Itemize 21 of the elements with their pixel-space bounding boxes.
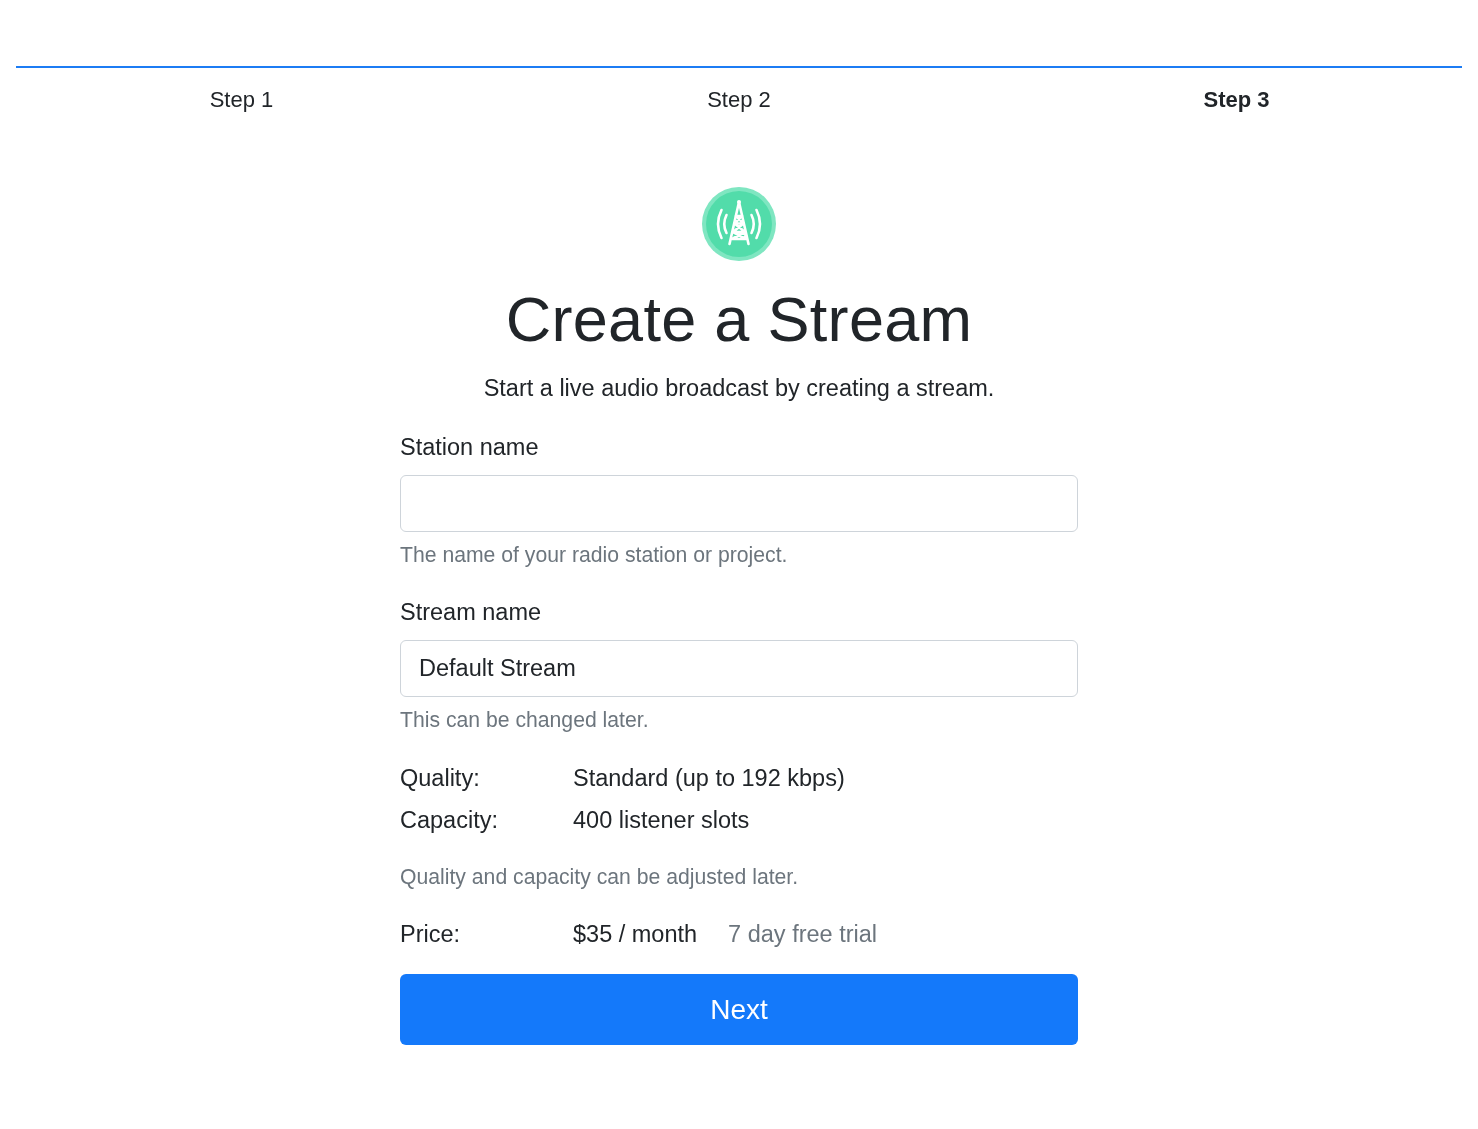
help-text: This can be changed later. — [400, 707, 649, 734]
step-label: Step 2 — [707, 86, 771, 114]
radio-tower-icon — [702, 187, 776, 261]
page-title: Create a Stream — [505, 283, 973, 355]
next-button[interactable]: Next — [400, 974, 1078, 1045]
input-field[interactable] — [400, 475, 1078, 532]
help-text: Quality and capacity can be adjusted later. — [400, 864, 799, 891]
price-label: Price: — [400, 920, 461, 949]
detail-label: Capacity: — [400, 806, 498, 835]
detail-value: Standard (up to 192 kbps) — [573, 764, 845, 793]
detail-value: 400 listener slots — [573, 806, 750, 835]
trial-note: 7 day free trial — [728, 920, 877, 949]
step-label: Step 1 — [209, 86, 274, 114]
help-text: The name of your radio station or project. — [400, 542, 788, 569]
field-label: Stream name — [400, 598, 542, 627]
step-label: Step 3 — [1203, 86, 1270, 114]
input-field[interactable]: Default Stream — [400, 640, 1078, 697]
field-label: Station name — [400, 433, 539, 462]
page-subtitle: Start a live audio broadcast by creating a stream. — [483, 374, 995, 403]
price-value: $35 / month — [573, 920, 698, 949]
detail-label: Quality: — [400, 764, 480, 793]
